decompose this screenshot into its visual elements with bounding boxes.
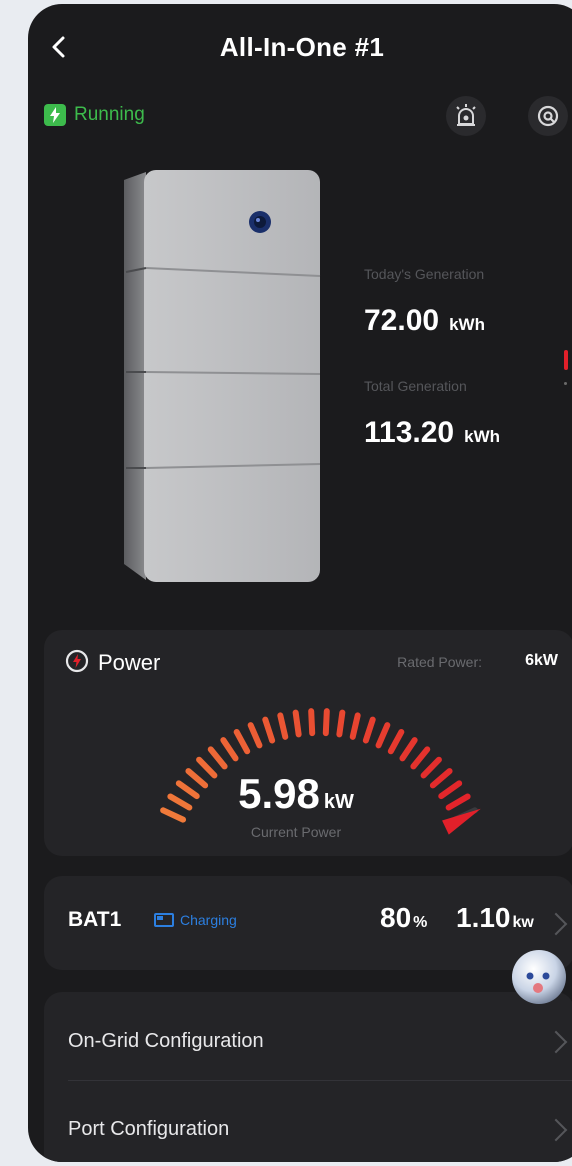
today-generation-label: Today's Generation (364, 266, 485, 282)
page-indicator-active (564, 350, 568, 370)
battery-percent: 80% (380, 902, 428, 933)
config-list: On-Grid Configuration Port Configuration (44, 992, 572, 1162)
gauge-tick (308, 708, 316, 737)
gauge-tick (207, 746, 228, 770)
battery-icon (154, 913, 174, 927)
gauge-tick (336, 709, 346, 738)
port-configuration-label: Port Configuration (68, 1118, 230, 1140)
chevron-right-icon (544, 912, 568, 936)
gauge-tick (322, 708, 330, 737)
gauge-tick (349, 712, 361, 740)
gauge-tick (220, 737, 239, 762)
power-card: Power Rated Power: 6kW 5.98 kW Current Po… (44, 630, 572, 856)
page-indicator-dot (564, 382, 567, 385)
chevron-right-icon (544, 1030, 568, 1054)
gauge-tick (262, 716, 276, 744)
gauge-tick (387, 728, 405, 755)
power-title: Power (98, 650, 161, 675)
today-generation-value: 72.00 kWh (364, 304, 485, 337)
gauge-tick (410, 746, 431, 770)
alarm-icon (456, 104, 476, 126)
gauge-tick (375, 722, 391, 749)
total-generation-label: Total Generation (364, 378, 467, 394)
battery-status-label: Charging (180, 912, 237, 928)
gauge-tick (277, 712, 289, 740)
status-label: Running (74, 104, 145, 125)
power-gauge-icon (65, 649, 89, 673)
current-power-caption: Current Power (250, 824, 342, 840)
battery-row[interactable]: BAT1 Charging 80% 1.10 kw (44, 876, 572, 970)
page-title: All-In-One #1 (219, 32, 385, 62)
total-generation-value: 113.20 kWh (364, 416, 500, 449)
device-image (98, 162, 328, 582)
divider (68, 1080, 572, 1081)
on-grid-configuration-item[interactable]: On-Grid Configuration (44, 1000, 572, 1080)
gauge-tick (247, 722, 263, 749)
app-screen: All-In-One #1 Running Today's Generation… (28, 4, 572, 1162)
assistant-icon (512, 950, 566, 1004)
lightning-icon (44, 104, 66, 126)
current-power-value: 5.98 kW (238, 770, 354, 817)
alarm-button[interactable] (446, 96, 486, 136)
gauge-tick (362, 716, 376, 744)
on-grid-configuration-label: On-Grid Configuration (68, 1030, 264, 1052)
settings-icon (537, 105, 559, 127)
rated-power-value: 6kW (525, 652, 558, 669)
settings-button[interactable] (528, 96, 568, 136)
status-badge: Running (44, 104, 145, 126)
assistant-bubble[interactable] (508, 946, 570, 1008)
gauge-tick (233, 728, 251, 755)
battery-name: BAT1 (68, 908, 122, 931)
battery-power: 1.10 kw (456, 902, 534, 933)
rated-power-label: Rated Power: (397, 654, 482, 670)
port-configuration-item[interactable]: Port Configuration (44, 1088, 572, 1162)
battery-status: Charging (154, 912, 237, 928)
gauge-tick (292, 709, 302, 738)
gauge-tick (399, 737, 418, 762)
chevron-right-icon (544, 1118, 568, 1142)
